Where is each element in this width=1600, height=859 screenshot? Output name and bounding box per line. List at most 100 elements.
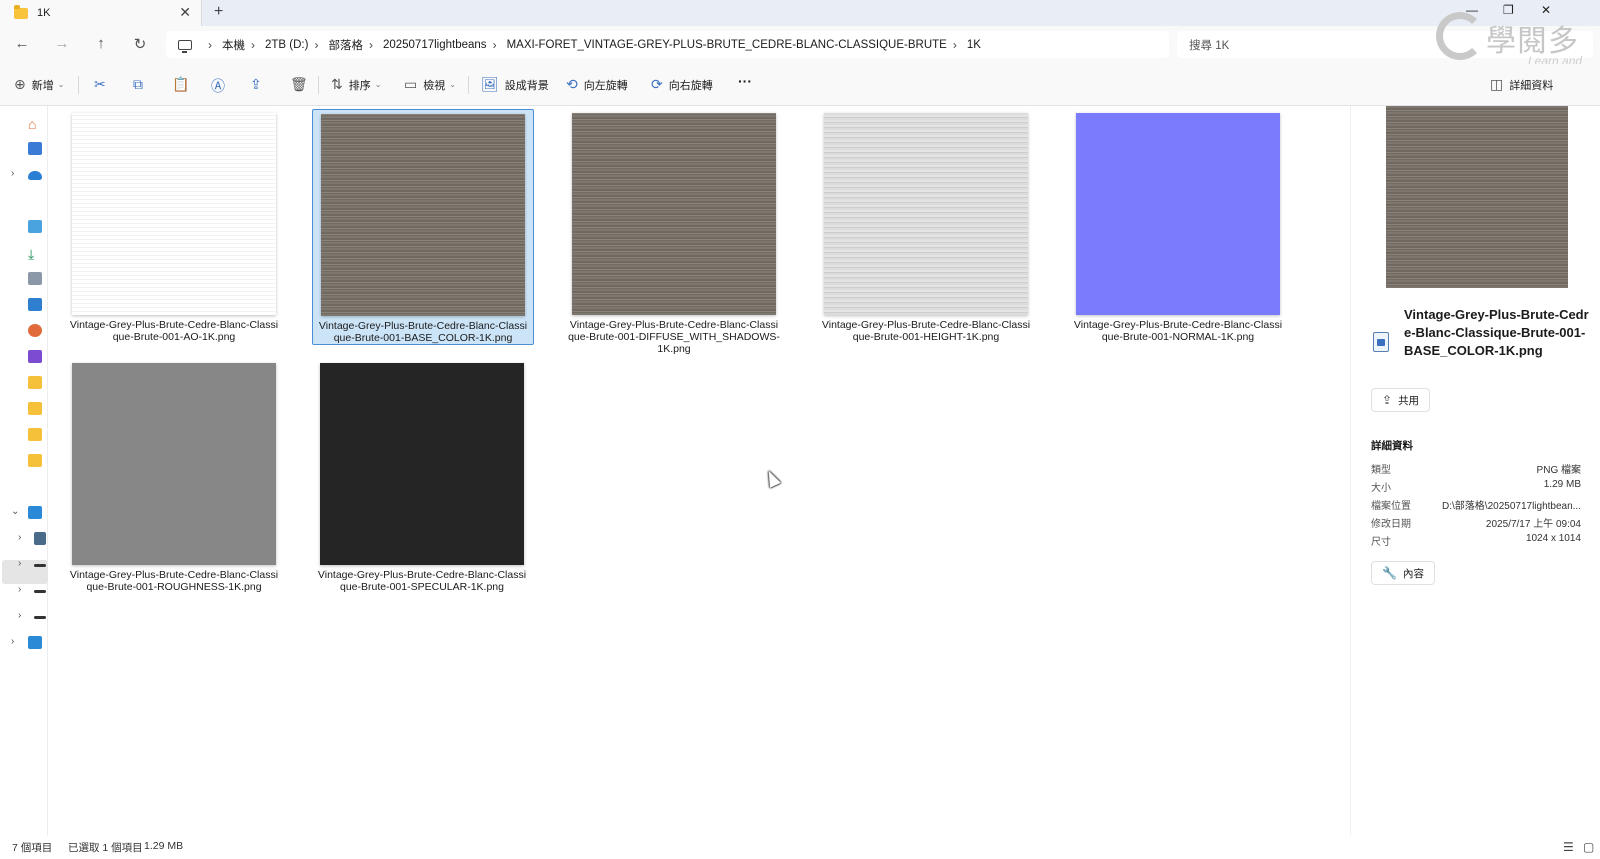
tab-title: 1K [37,7,51,19]
network-icon[interactable] [28,636,42,649]
rotate-left-icon: ⟲ [566,76,578,92]
folder-icon [14,4,28,19]
new-button[interactable]: ⊕ 新增 ⌄ [14,76,64,93]
set-background-label: 設成背景 [504,79,549,92]
chevron-right-icon: › [492,37,497,52]
details-view-icon[interactable]: ☰ [1563,840,1574,854]
file-tile-roughness[interactable]: Vintage-Grey-Plus-Brute-Cedre-Blanc-Clas… [64,359,286,595]
share-button[interactable]: ⇪ [250,76,262,93]
properties-button[interactable]: 🔧 內容 [1371,561,1435,585]
plus-circle-icon: ⊕ [14,76,26,92]
large-icons-view-icon[interactable]: ▢ [1583,840,1594,854]
rotate-left-button[interactable]: ⟲ 向左旋轉 [566,76,628,93]
drive-c-icon[interactable] [34,532,46,545]
onedrive-icon[interactable] [28,171,42,180]
selection-count: 已選取 1 個項目 [68,842,143,854]
chevron-right-icon[interactable]: › [11,168,14,179]
download-icon[interactable]: ⤓ [28,246,42,262]
selection-size: 1.29 MB [144,840,184,852]
share-button[interactable]: ⇪ 共用 [1371,388,1431,412]
gallery-icon[interactable] [28,142,42,155]
tab-close-icon[interactable]: ✕ [179,4,191,21]
chevron-down-icon[interactable]: ⌄ [11,506,19,517]
breadcrumb-drive[interactable]: 2TB (D:) [265,39,308,51]
thumbnail-ao [72,113,276,315]
folder-icon[interactable] [28,454,42,467]
back-button[interactable]: ← [12,35,32,52]
pictures-icon[interactable] [28,298,42,311]
folder-icon[interactable] [28,428,42,441]
detail-value: 1024 x 1014 [1525,533,1581,544]
sort-button[interactable]: ⇅ 排序 ⌄ [331,76,381,93]
properties-label: 內容 [1402,567,1424,580]
sort-label: 排序 [348,79,371,92]
wrench-icon: 🔧 [1382,566,1397,580]
chevron-right-icon: › [251,37,255,52]
copy-button[interactable]: ⧉ [133,76,143,93]
file-tile-base-color[interactable]: Vintage-Grey-Plus-Brute-Cedre-Blanc-Clas… [312,109,534,345]
breadcrumb-blog[interactable]: 部落格 [328,37,363,53]
up-button[interactable]: ↑ [91,35,111,52]
item-count: 7 個項目 [12,842,53,854]
chevron-right-icon[interactable]: › [18,584,21,595]
status-bar: 7 個項目 已選取 1 個項目 1.29 MB ☰ ▢ [0,836,1600,859]
set-background-button[interactable]: 🖼 設成背景 [481,76,549,93]
chevron-right-icon[interactable]: › [18,532,21,543]
chevron-right-icon[interactable]: › [18,558,21,569]
new-tab-button[interactable]: + [214,3,223,21]
documents-icon[interactable] [28,272,42,285]
rotate-right-icon: ⟳ [651,76,663,92]
detail-value: D:\部落格\20250717lightbean... [1442,501,1581,512]
detail-value: 2025/7/17 上午 09:04 [1485,519,1581,530]
rotate-right-button[interactable]: ⟳ 向右旋轉 [651,76,713,93]
paste-button[interactable]: 📋 [172,76,189,93]
videos-icon[interactable] [28,350,42,363]
home-icon[interactable]: ⌂ [28,116,42,132]
delete-button[interactable]: 🗑 [290,76,308,93]
more-options-button[interactable]: ··· [738,73,752,89]
chevron-down-icon: ⌄ [449,80,456,89]
breadcrumb-this-pc[interactable]: 本機 [222,37,245,53]
chevron-right-icon[interactable]: › [18,610,21,621]
file-tile-ao[interactable]: Vintage-Grey-Plus-Brute-Cedre-Blanc-Clas… [64,109,286,345]
folder-icon[interactable] [28,402,42,415]
drive-icon[interactable] [34,616,46,619]
detail-label: 類型 [1371,465,1391,476]
details-pane-icon: ◫ [1490,76,1504,92]
breadcrumb-maxi-foret[interactable]: MAXI-FORET_VINTAGE-GREY-PLUS-BRUTE_CEDRE… [507,39,947,51]
detail-row-modified: 修改日期 2025/7/17 上午 09:04 [1371,515,1581,530]
rename-button[interactable]: Ⓐ [211,76,225,96]
refresh-button[interactable]: ↻ [130,35,150,53]
address-bar[interactable]: › 本機 › 2TB (D:) › 部落格 › 20250717lightbeans ›… [166,31,1169,58]
drive-d-icon[interactable] [34,564,46,567]
forward-button[interactable]: → [52,35,72,52]
detail-value: PNG 檔案 [1536,465,1581,476]
this-pc-icon[interactable] [28,506,42,519]
drive-icon[interactable] [34,590,46,593]
computer-icon [178,39,192,53]
tab-1k[interactable]: 1K ✕ [0,0,202,26]
music-icon[interactable] [28,324,42,337]
detail-row-location: 檔案位置 D:\部落格\20250717lightbean... [1371,497,1581,512]
file-tile-diffuse[interactable]: Vintage-Grey-Plus-Brute-Cedre-Blanc-Clas… [564,109,786,355]
breadcrumb-lightbeans[interactable]: 20250717lightbeans [383,39,487,51]
chevron-right-icon[interactable]: › [11,636,14,647]
folder-icon[interactable] [28,376,42,389]
thumbnail-base-color [321,114,525,316]
file-name: Vintage-Grey-Plus-Brute-Cedre-Blanc-Clas… [821,319,1031,343]
file-tile-specular[interactable]: Vintage-Grey-Plus-Brute-Cedre-Blanc-Clas… [312,359,534,595]
file-tile-height[interactable]: Vintage-Grey-Plus-Brute-Cedre-Blanc-Clas… [816,109,1038,345]
rotate-left-label: 向左旋轉 [583,79,628,92]
view-button[interactable]: ▭ 檢視 ⌄ [404,76,456,93]
copy-icon: ⧉ [133,76,143,92]
cut-button[interactable]: ✂ [94,76,106,93]
toolbar-divider [78,76,79,94]
detail-label: 尺寸 [1371,537,1391,548]
trash-icon: 🗑 [290,76,308,92]
breadcrumb-1k[interactable]: 1K [967,39,981,51]
desktop-icon[interactable] [28,220,42,233]
wallpaper-icon: 🖼 [481,76,499,92]
file-tile-normal[interactable]: Vintage-Grey-Plus-Brute-Cedre-Blanc-Clas… [1068,109,1290,345]
details-pane-button[interactable]: ◫ 詳細資料 [1490,76,1553,93]
chevron-down-icon: ⌄ [374,80,382,89]
